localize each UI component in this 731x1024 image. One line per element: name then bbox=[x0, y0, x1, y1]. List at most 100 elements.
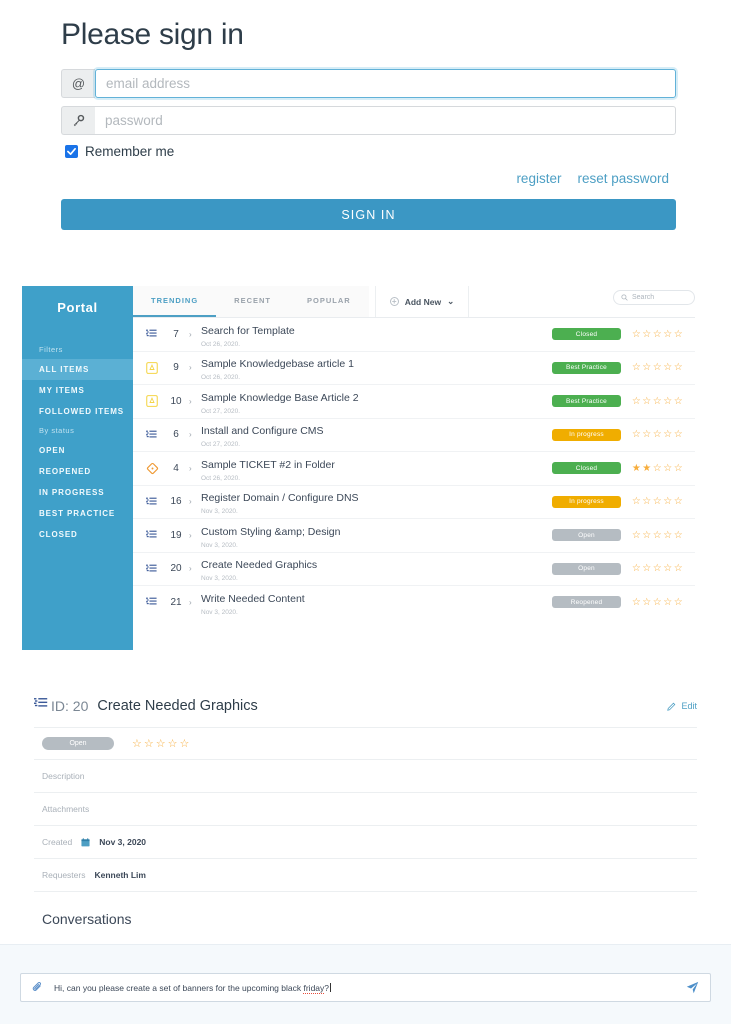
message-input[interactable]: Hi, can you please create a set of banne… bbox=[54, 982, 675, 994]
sidebar-item-my-items[interactable]: MY ITEMS bbox=[22, 380, 133, 401]
chevron-right-icon: › bbox=[189, 597, 192, 607]
chevron-right-icon: › bbox=[189, 530, 192, 540]
list-tabs: TRENDING RECENT POPULAR bbox=[133, 286, 369, 317]
text-caret bbox=[330, 982, 332, 992]
task-list-icon bbox=[141, 529, 163, 541]
sign-in-button[interactable]: SIGN IN bbox=[61, 199, 676, 230]
sidebar-item-best-practice[interactable]: BEST PRACTICE bbox=[22, 503, 133, 524]
row-date: Nov 3, 2020. bbox=[201, 575, 238, 583]
page-title: Please sign in bbox=[61, 18, 244, 51]
rating-stars[interactable]: ☆☆☆☆☆ bbox=[621, 362, 695, 373]
register-link[interactable]: register bbox=[516, 171, 561, 186]
rating-stars[interactable]: ☆☆☆☆☆ bbox=[621, 496, 695, 507]
search-input[interactable]: Search bbox=[613, 290, 695, 305]
remember-me-row[interactable]: Remember me bbox=[65, 144, 676, 159]
rating-stars[interactable]: ☆☆☆☆☆ bbox=[132, 737, 191, 750]
row-title: Register Domain / Configure DNS bbox=[201, 492, 359, 505]
rating-stars[interactable]: ☆☆☆☆☆ bbox=[621, 429, 695, 440]
sidebar-item-all-items[interactable]: ALL ITEMS bbox=[22, 359, 133, 380]
sidebar-item-followed-items[interactable]: FOLLOWED ITEMS bbox=[22, 401, 133, 422]
list-toolbar: TRENDING RECENT POPULAR + Add New ⌄ Search bbox=[133, 286, 695, 317]
table-row[interactable]: 9 › Sample Knowledgebase article 1 Oct 26, … bbox=[133, 350, 695, 385]
status-badge: In progress bbox=[552, 428, 621, 441]
table-row[interactable]: 19 › Custom Styling &amp; Design Nov 3, 202… bbox=[133, 518, 695, 552]
chevron-right-icon: › bbox=[189, 430, 192, 440]
detail-id: ID: 20 bbox=[51, 698, 89, 714]
row-id: 21 bbox=[170, 596, 182, 608]
send-paper-plane-icon[interactable] bbox=[686, 981, 699, 994]
table-row[interactable]: 16 › Register Domain / Configure DNS Nov 3,… bbox=[133, 484, 695, 519]
table-row[interactable]: 10 › Sample Knowledge Base Article 2 Oct 27… bbox=[133, 384, 695, 418]
tab-popular[interactable]: POPULAR bbox=[289, 286, 369, 317]
ticket-icon bbox=[141, 462, 163, 475]
article-icon bbox=[141, 361, 163, 374]
table-row[interactable]: 21 › Write Needed Content Nov 3, 2020. Reope… bbox=[133, 585, 695, 619]
sidebar-groups: Filters ALL ITEMS MY ITEMS FOLLOWED ITEMS By… bbox=[22, 341, 133, 545]
detail-header: ID: 20 Create Needed Graphics Edit bbox=[34, 696, 697, 727]
task-list-icon bbox=[141, 596, 163, 608]
rating-stars[interactable]: ☆☆☆☆☆ bbox=[621, 563, 695, 574]
rating-stars[interactable]: ☆☆☆☆☆ bbox=[621, 329, 695, 340]
calendar-icon bbox=[81, 837, 90, 846]
remember-me-checkbox[interactable] bbox=[65, 145, 78, 158]
row-title: Write Needed Content bbox=[201, 592, 305, 605]
add-new-button[interactable]: + Add New ⌄ bbox=[374, 286, 470, 317]
task-list-icon bbox=[141, 429, 163, 441]
rating-stars[interactable]: ☆☆☆☆☆ bbox=[621, 530, 695, 541]
item-detail: ID: 20 Create Needed Graphics Edit Open … bbox=[34, 696, 697, 944]
table-row[interactable]: 6 › Install and Configure CMS Oct 27, 2020.… bbox=[133, 417, 695, 452]
chevron-down-icon: ⌄ bbox=[447, 296, 455, 306]
row-title: Create Needed Graphics bbox=[201, 559, 318, 572]
sidebar-item-open[interactable]: OPEN bbox=[22, 440, 133, 461]
table-row[interactable]: 20 › Create Needed Graphics Nov 3, 2020. Ope… bbox=[133, 551, 695, 586]
attachments-label: Attachments bbox=[42, 804, 90, 814]
sidebar-item-reopened[interactable]: REOPENED bbox=[22, 461, 133, 482]
table-row[interactable]: 4 › Sample TICKET #2 in Folder Oct 26, 2020… bbox=[133, 451, 695, 485]
sidebar-item-in-progress[interactable]: IN PROGRESS bbox=[22, 482, 133, 503]
sidebar-item-closed[interactable]: CLOSED bbox=[22, 524, 133, 545]
row-date: Oct 27, 2020. bbox=[201, 407, 241, 415]
tab-trending[interactable]: TRENDING bbox=[133, 286, 217, 317]
created-field: Created Nov 3, 2020 bbox=[34, 826, 697, 858]
search-icon bbox=[621, 294, 628, 301]
chevron-right-icon: › bbox=[189, 463, 192, 473]
detail-status-row: Open ☆☆☆☆☆ bbox=[34, 728, 697, 759]
remember-me-label: Remember me bbox=[85, 144, 175, 159]
chevron-right-icon: › bbox=[189, 497, 192, 507]
row-title: Sample Knowledgebase article 1 bbox=[201, 358, 354, 371]
signin-form: Please sign in @ Remember me register re… bbox=[0, 0, 731, 230]
row-id: 10 bbox=[170, 395, 182, 407]
status-badge: In progress bbox=[552, 495, 621, 508]
portal-list-pane: TRENDING RECENT POPULAR + Add New ⌄ Search… bbox=[133, 286, 695, 650]
row-title: Install and Configure CMS bbox=[201, 425, 324, 438]
status-badge: Best Practice bbox=[552, 361, 621, 374]
portal-widget: Portal Filters ALL ITEMS MY ITEMS FOLLOWED … bbox=[22, 286, 695, 650]
rating-stars[interactable]: ★★☆☆☆ bbox=[621, 463, 695, 474]
pencil-icon bbox=[667, 702, 676, 711]
edit-button[interactable]: Edit bbox=[667, 701, 697, 711]
requesters-value[interactable]: Kenneth Lim bbox=[94, 870, 145, 880]
reset-password-link[interactable]: reset password bbox=[577, 171, 669, 186]
email-input[interactable] bbox=[95, 69, 676, 98]
row-date: Oct 26, 2020. bbox=[201, 374, 241, 382]
row-title: Sample Knowledge Base Article 2 bbox=[201, 391, 359, 404]
sidebar-group-label: By status bbox=[39, 426, 75, 435]
sidebar-filler bbox=[22, 545, 133, 650]
requesters-field: Requesters Kenneth Lim bbox=[34, 859, 697, 891]
row-id: 16 bbox=[170, 496, 182, 508]
tab-recent[interactable]: RECENT bbox=[216, 286, 289, 317]
portal-sidebar: Portal Filters ALL ITEMS MY ITEMS FOLLOWED … bbox=[22, 286, 133, 650]
message-composer[interactable]: Hi, can you please create a set of banne… bbox=[20, 973, 711, 1002]
plus-circle-icon: + bbox=[389, 297, 399, 306]
paperclip-icon[interactable] bbox=[32, 982, 43, 993]
row-date: Nov 3, 2020. bbox=[201, 608, 238, 616]
created-value: Nov 3, 2020 bbox=[99, 837, 147, 847]
row-id: 7 bbox=[173, 328, 179, 340]
table-row[interactable]: 7 › Search for Template Oct 26, 2020. Closed… bbox=[133, 317, 695, 351]
rating-stars[interactable]: ☆☆☆☆☆ bbox=[621, 597, 695, 608]
status-badge: Closed bbox=[552, 328, 621, 341]
password-input[interactable] bbox=[95, 106, 676, 135]
row-date: Oct 27, 2020. bbox=[201, 441, 241, 449]
rating-stars[interactable]: ☆☆☆☆☆ bbox=[621, 396, 695, 407]
add-new-label: Add New bbox=[404, 296, 442, 307]
